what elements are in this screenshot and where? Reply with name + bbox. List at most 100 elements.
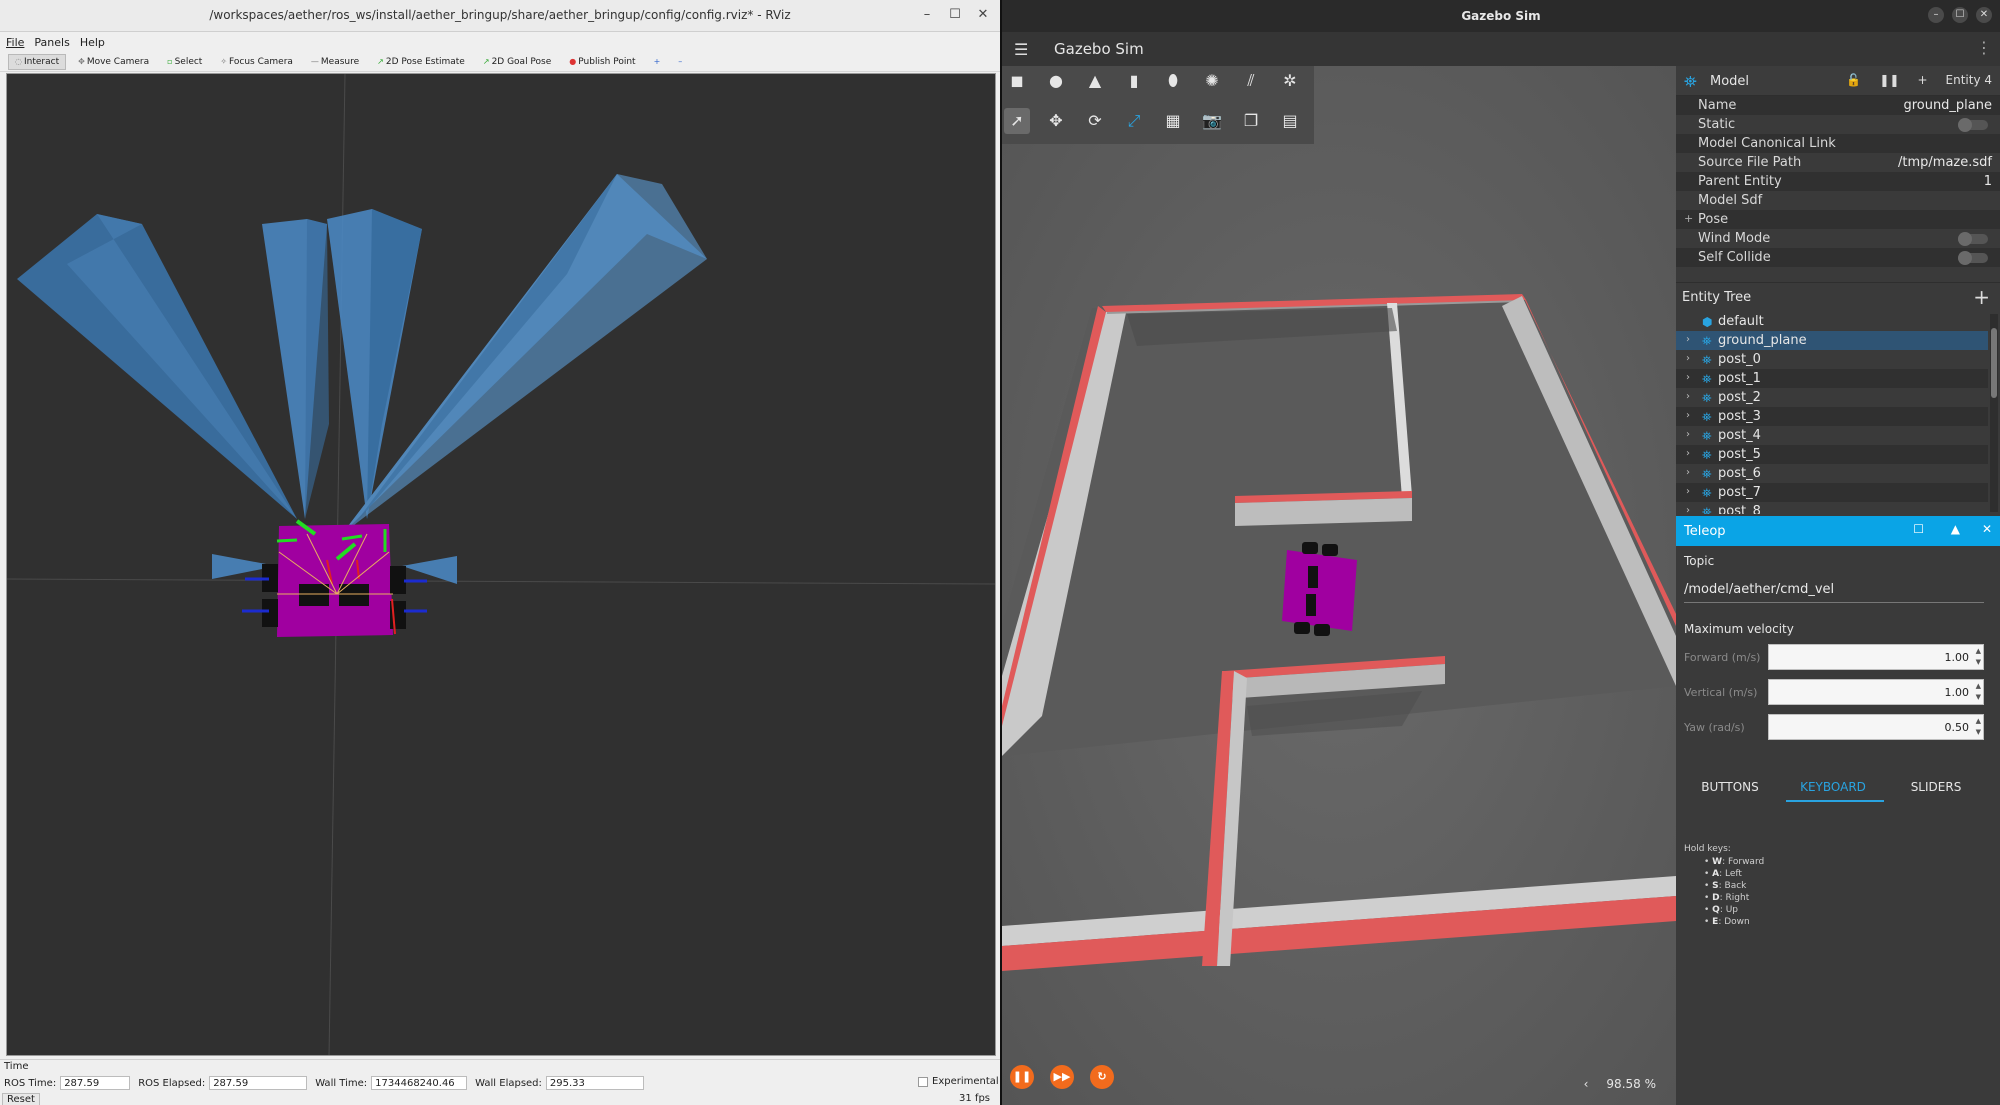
tree-item-label: post_7 xyxy=(1718,485,1761,500)
wind-mode-toggle[interactable] xyxy=(1958,232,1988,246)
reset-button[interactable]: Reset xyxy=(2,1093,40,1105)
cone-shape-icon[interactable]: ▲ xyxy=(1082,68,1108,94)
maximize-icon[interactable]: ☐ xyxy=(1952,7,1968,23)
yaw-velocity-spinbox[interactable]: 0.50 ▲ ▼ xyxy=(1768,714,1984,740)
expand-arrow-icon[interactable]: › xyxy=(1686,429,1690,440)
rviz-3d-viewport[interactable] xyxy=(6,73,996,1056)
reset-simulation-button[interactable]: ↻ xyxy=(1090,1065,1114,1089)
tree-item-ground-plane[interactable]: › ⛯ ground_plane xyxy=(1676,331,1988,350)
tree-item-post[interactable]: › ⛯ post_8 xyxy=(1676,502,1988,514)
scrollbar-thumb[interactable] xyxy=(1991,328,1997,398)
tree-item-post[interactable]: › ⛯ post_5 xyxy=(1676,445,1988,464)
sphere-shape-icon[interactable]: ● xyxy=(1043,68,1069,94)
tab-keyboard[interactable]: KEYBOARD xyxy=(1779,780,1887,794)
spin-arrows-icon[interactable]: ▲ ▼ xyxy=(1976,681,1981,703)
tree-item-post[interactable]: › ⛯ post_3 xyxy=(1676,407,1988,426)
tool-select[interactable]: ▫ Select xyxy=(161,55,208,69)
expand-arrow-icon[interactable]: › xyxy=(1686,372,1690,383)
entity-tree-scrollbar[interactable] xyxy=(1990,314,1998,512)
rotate-mode-icon[interactable]: ⟳ xyxy=(1082,108,1108,134)
key-binding: • E: Down xyxy=(1704,917,1750,927)
camera-screenshot-icon[interactable]: 📷 xyxy=(1199,108,1225,134)
tool-2d-goal-pose[interactable]: ↗ 2D Goal Pose xyxy=(477,55,557,69)
rviz-window-title: /workspaces/aether/ros_ws/install/aether… xyxy=(209,8,791,22)
more-options-icon[interactable]: ⋮ xyxy=(1976,38,1992,57)
box-shape-icon[interactable]: ◼ xyxy=(1004,68,1030,94)
tool-2d-pose-estimate[interactable]: ↗ 2D Pose Estimate xyxy=(371,55,471,69)
expand-arrow-icon[interactable]: › xyxy=(1686,391,1690,402)
tool-measure[interactable]: — Measure xyxy=(305,55,365,69)
wall-time-field[interactable]: 1734468240.46 xyxy=(371,1076,468,1090)
spin-arrows-icon[interactable]: ▲ ▼ xyxy=(1976,646,1981,668)
step-forward-button[interactable]: ▶▶ xyxy=(1050,1065,1074,1089)
paste-icon[interactable]: ▤ xyxy=(1277,108,1303,134)
expand-arrow-icon[interactable]: › xyxy=(1686,448,1690,459)
menu-panels[interactable]: Panels xyxy=(34,36,69,49)
expand-arrow-icon[interactable]: › xyxy=(1686,334,1690,345)
transform-control-icon[interactable]: ⤢ xyxy=(1121,108,1147,134)
forward-velocity-spinbox[interactable]: 1.00 ▲ ▼ xyxy=(1768,644,1984,670)
float-panel-icon[interactable]: ☐ xyxy=(1913,522,1924,536)
remove-tool-button[interactable]: – xyxy=(672,55,688,68)
prop-pose[interactable]: + Pose xyxy=(1676,210,2000,229)
tree-item-post[interactable]: › ⛯ post_7 xyxy=(1676,483,1988,502)
tree-item-post[interactable]: › ⛯ post_6 xyxy=(1676,464,1988,483)
tree-item-default[interactable]: ⬢ default xyxy=(1676,312,1988,331)
menu-help[interactable]: Help xyxy=(80,36,105,49)
tab-sliders[interactable]: SLIDERS xyxy=(1882,780,1990,794)
ros-elapsed-field[interactable]: 287.59 xyxy=(209,1076,308,1090)
expand-arrow-icon[interactable]: › xyxy=(1686,505,1690,514)
expand-plus-icon[interactable]: + xyxy=(1684,212,1693,225)
pause-button[interactable]: ❚❚ xyxy=(1010,1065,1034,1089)
spin-arrows-icon[interactable]: ▲ ▼ xyxy=(1976,716,1981,738)
collapse-stats-icon[interactable]: ‹ xyxy=(1584,1077,1589,1091)
pause-inspector-icon[interactable]: ❚❚ xyxy=(1879,73,1899,87)
gazebo-3d-scene[interactable]: ◼ ● ▲ ▮ ⬮ ✺ ⫽ ✲ ➚ ✥ ⟳ ⤢ ▦ 📷 ❐ ▤ ❚❚ ▶▶ ↻ … xyxy=(1002,66,1676,1105)
menu-file[interactable]: File xyxy=(6,36,24,49)
tree-item-post[interactable]: › ⛯ post_2 xyxy=(1676,388,1988,407)
vertical-velocity-spinbox[interactable]: 1.00 ▲ ▼ xyxy=(1768,679,1984,705)
minimize-icon[interactable]: – xyxy=(920,7,934,22)
point-light-icon[interactable]: ✺ xyxy=(1199,68,1225,94)
close-panel-icon[interactable]: ✕ xyxy=(1982,522,1992,536)
capsule-shape-icon[interactable]: ⬮ xyxy=(1160,68,1186,94)
self-collide-toggle[interactable] xyxy=(1958,251,1988,265)
copy-icon[interactable]: ❐ xyxy=(1238,108,1264,134)
add-component-icon[interactable]: + xyxy=(1917,73,1927,87)
expand-arrow-icon[interactable]: › xyxy=(1686,353,1690,364)
tool-interact[interactable]: ◌ Interact xyxy=(8,53,67,70)
collapse-panel-icon[interactable]: ▲ xyxy=(1951,522,1960,536)
tree-item-post[interactable]: › ⛯ post_1 xyxy=(1676,369,1988,388)
static-toggle[interactable] xyxy=(1958,118,1988,132)
tool-publish-point[interactable]: ● Publish Point xyxy=(563,55,641,69)
tree-item-post[interactable]: › ⛯ post_0 xyxy=(1676,350,1988,369)
tree-item-post[interactable]: › ⛯ post_4 xyxy=(1676,426,1988,445)
minimize-icon[interactable]: – xyxy=(1928,7,1944,23)
add-entity-icon[interactable]: + xyxy=(1973,285,1990,309)
hold-keys-label: Hold keys: xyxy=(1684,844,1731,854)
grid-snap-icon[interactable]: ▦ xyxy=(1160,108,1186,134)
tool-move-camera[interactable]: ✥ Move Camera xyxy=(72,55,155,69)
cylinder-shape-icon[interactable]: ▮ xyxy=(1121,68,1147,94)
close-icon[interactable]: ✕ xyxy=(976,7,990,22)
close-icon[interactable]: ✕ xyxy=(1976,7,1992,23)
gazebo-window: Gazebo Sim – ☐ ✕ ☰ Gazebo Sim ⋮ ◼ ● ▲ ▮ … xyxy=(1002,0,2000,1105)
directional-light-icon[interactable]: ⫽ xyxy=(1238,68,1264,94)
select-mode-icon[interactable]: ➚ xyxy=(1004,108,1030,134)
hamburger-menu-icon[interactable]: ☰ xyxy=(1014,40,1028,59)
wall-elapsed-field[interactable]: 295.33 xyxy=(545,1076,644,1090)
tab-buttons[interactable]: BUTTONS xyxy=(1676,780,1784,794)
ros-time-field[interactable]: 287.59 xyxy=(60,1076,131,1090)
experimental-label: Experimental xyxy=(932,1076,999,1087)
expand-arrow-icon[interactable]: › xyxy=(1686,410,1690,421)
lock-icon[interactable]: 🔓 xyxy=(1846,73,1861,87)
expand-arrow-icon[interactable]: › xyxy=(1686,486,1690,497)
tool-focus-camera[interactable]: ✧ Focus Camera xyxy=(214,55,299,69)
expand-arrow-icon[interactable]: › xyxy=(1686,467,1690,478)
add-tool-button[interactable]: + xyxy=(648,55,667,68)
translate-mode-icon[interactable]: ✥ xyxy=(1043,108,1069,134)
topic-input[interactable]: /model/aether/cmd_vel xyxy=(1684,582,1834,597)
spot-light-icon[interactable]: ✲ xyxy=(1277,68,1303,94)
experimental-checkbox[interactable]: Experimental xyxy=(918,1076,999,1087)
maximize-icon[interactable]: ☐ xyxy=(948,7,962,22)
